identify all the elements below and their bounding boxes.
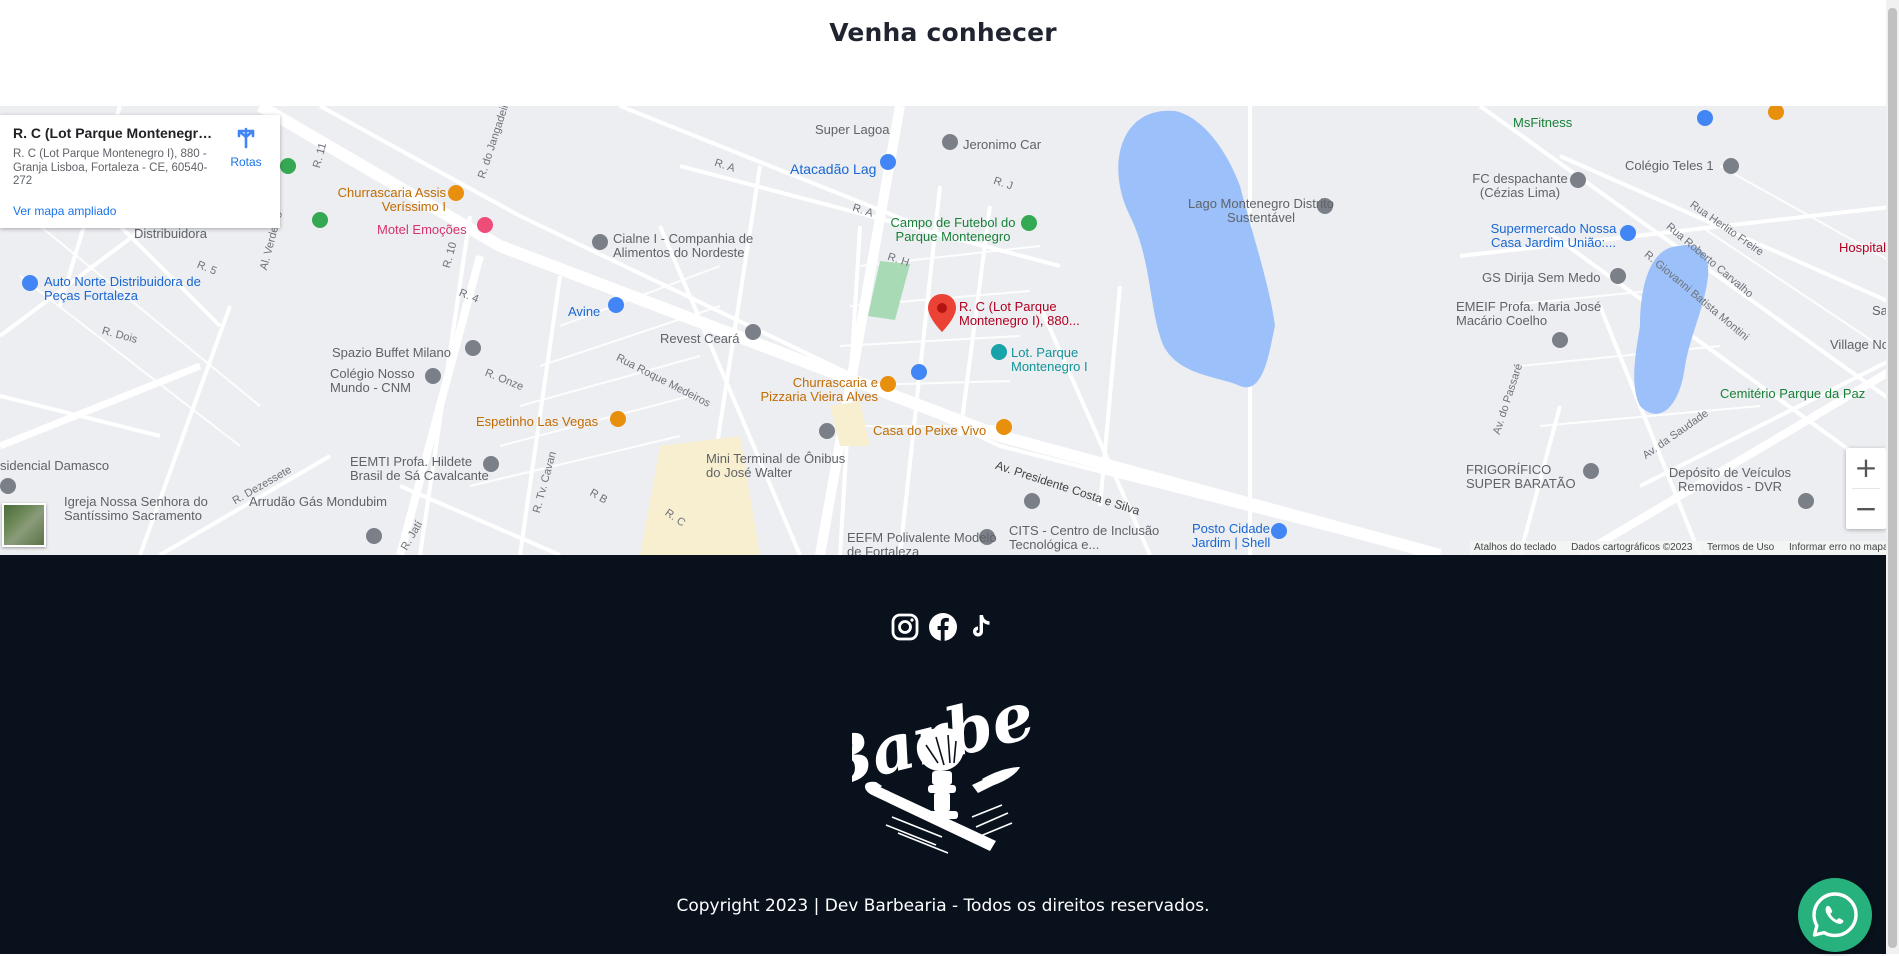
map-label: CITS - Centro de Inclusão Tecnológica e.… <box>1009 523 1160 552</box>
map-label: Arrudão Gás Mondubim <box>249 494 388 509</box>
location-marker-icon[interactable] <box>928 294 956 332</box>
poi-pin[interactable] <box>0 478 16 494</box>
map-label: GS Dirija Sem Medo <box>1482 270 1601 285</box>
whatsapp-button[interactable] <box>1798 878 1872 952</box>
map-label: FC despachante (Cézias Lima) <box>1472 171 1568 200</box>
copyright-text: Copyright 2023 | Dev Barbearia - Todos o… <box>676 896 1210 916</box>
map-label: Spazio Buffet Milano <box>332 345 451 360</box>
map-label: Supermercado Nossa Casa Jardim União:... <box>1490 221 1617 250</box>
map-label: EMEIF Profa. Maria José Macário Coelho <box>1456 299 1602 328</box>
map-label: Igreja Nossa Senhora do Santíssimo Sacra… <box>64 494 208 523</box>
park-pin[interactable] <box>1021 215 1037 231</box>
embedded-map[interactable]: R. C (Lot Parque Montenegro I), 880... S… <box>0 106 1899 555</box>
map-label: Auto Norte Distribuidora de Peças Fortal… <box>44 274 201 303</box>
map-label: Lot. Parque Montenegro I <box>1011 345 1088 374</box>
zoom-in-button[interactable]: + <box>1846 448 1886 488</box>
school-pin[interactable] <box>1552 332 1568 348</box>
shop-pin[interactable] <box>880 154 896 170</box>
place-info-card: R. C (Lot Parque Montenegro I... R. C (L… <box>0 115 280 228</box>
poi-pin[interactable] <box>819 423 835 439</box>
map-label: Depósito de Veículos Removidos - DVR <box>1668 465 1792 494</box>
map-label: Avine <box>568 304 601 319</box>
map-label: Cialne I - Companhia de Alimentos do Nor… <box>613 231 754 260</box>
map-label: Espetinho Las Vegas <box>476 414 599 429</box>
map-label: EEMTI Profa. Hildete Brasil de Sá Cavalc… <box>350 454 489 483</box>
shop-pin[interactable] <box>911 364 927 380</box>
map-label: Colégio Nosso Mundo - CNM <box>330 366 415 395</box>
park-pin[interactable] <box>312 212 328 228</box>
map-label: Colégio Teles 1 <box>1625 158 1714 173</box>
map-label: FRIGORÍFICO SUPER BARATÃO <box>1466 462 1576 491</box>
map-label: Distribuidora <box>134 226 207 241</box>
map-label: Churrascaria e Pizzaria Vieira Alves <box>760 375 878 404</box>
map-attribution: Atalhos do teclado Dados cartográficos ©… <box>1470 541 1899 555</box>
place-address: R. C (Lot Parque Montenegro I), 880 - Gr… <box>13 148 208 187</box>
section-title: Venha conhecer <box>829 18 1057 47</box>
map-label: Mini Terminal de Ônibus do José Walter <box>706 451 846 480</box>
school-pin[interactable] <box>1723 158 1739 174</box>
zoom-out-button[interactable]: − <box>1846 489 1886 529</box>
poi-pin[interactable] <box>465 340 481 356</box>
map-label: Jeronimo Car <box>963 137 1042 152</box>
directions-label: Rotas <box>230 155 262 169</box>
facebook-icon[interactable] <box>928 612 958 642</box>
map-label: Atacadão Lag <box>790 161 877 177</box>
terms-link[interactable]: Termos de Uso <box>1707 542 1774 553</box>
restaurant-pin[interactable] <box>996 419 1012 435</box>
poi-pin[interactable] <box>592 234 608 250</box>
poi-pin[interactable] <box>942 134 958 150</box>
map-label: Lago Montenegro Distrito Sustentável <box>1188 196 1334 225</box>
directions-icon <box>237 127 255 149</box>
map-label: Casa do Peixe Vivo <box>873 423 987 438</box>
whatsapp-icon <box>1812 892 1858 938</box>
scrollbar[interactable] <box>1886 0 1899 954</box>
map-label: Revest Ceará <box>660 331 740 346</box>
restaurant-pin[interactable] <box>448 185 464 201</box>
poi-pin[interactable] <box>366 528 382 544</box>
restaurant-pin[interactable] <box>610 411 626 427</box>
hotel-pin[interactable] <box>477 217 493 233</box>
barber-logo: Barber <box>852 667 1032 854</box>
restaurant-pin[interactable] <box>880 376 896 392</box>
poi-pin[interactable] <box>991 344 1007 360</box>
map-data-text: Dados cartográficos ©2023 <box>1571 542 1693 553</box>
report-error-link[interactable]: Informar erro no mapa <box>1789 542 1889 553</box>
section-header: Venha conhecer <box>0 0 1899 106</box>
tiktok-icon[interactable] <box>966 612 996 642</box>
view-larger-map-link[interactable]: Ver mapa ampliado <box>13 204 116 218</box>
shop-pin[interactable] <box>22 275 38 291</box>
map-label: Super Lagoa <box>815 122 890 137</box>
map-label: sidencial Damasco <box>0 458 110 473</box>
poi-pin[interactable] <box>1610 268 1626 284</box>
instagram-icon[interactable] <box>890 612 920 642</box>
marker-label: R. C (Lot Parque Montenegro I), 880... <box>959 299 1080 328</box>
map-label: Campo de Futebol do Parque Montenegro <box>890 215 1016 244</box>
shop-pin[interactable] <box>1697 110 1713 126</box>
map-label: Hospital <box>1839 240 1886 255</box>
map-label: Churrascaria Assis Veríssimo I <box>337 185 446 214</box>
poi-pin[interactable] <box>1024 493 1040 509</box>
map-label: Posto Cidade Jardim | Shell <box>1191 521 1271 550</box>
map-label: EEFM Polivalente Modelo de Fortaleza <box>847 530 997 556</box>
scrollbar-thumb[interactable] <box>1888 8 1897 948</box>
shop-pin[interactable] <box>608 297 624 313</box>
map-label: Cemitério Parque da Paz <box>1720 386 1866 401</box>
place-title: R. C (Lot Parque Montenegro I... <box>13 125 213 141</box>
directions-button[interactable]: Rotas <box>224 127 268 169</box>
map-label: MsFitness <box>1513 115 1573 130</box>
poi-pin[interactable] <box>1798 493 1814 509</box>
poi-pin[interactable] <box>1583 463 1599 479</box>
park-pin[interactable] <box>280 158 296 174</box>
zoom-control: + − <box>1846 448 1886 529</box>
poi-pin[interactable] <box>745 324 761 340</box>
satellite-toggle[interactable] <box>2 503 46 547</box>
map-label: Motel Emoções <box>377 222 467 237</box>
keyboard-shortcuts-link[interactable]: Atalhos do teclado <box>1474 542 1556 553</box>
